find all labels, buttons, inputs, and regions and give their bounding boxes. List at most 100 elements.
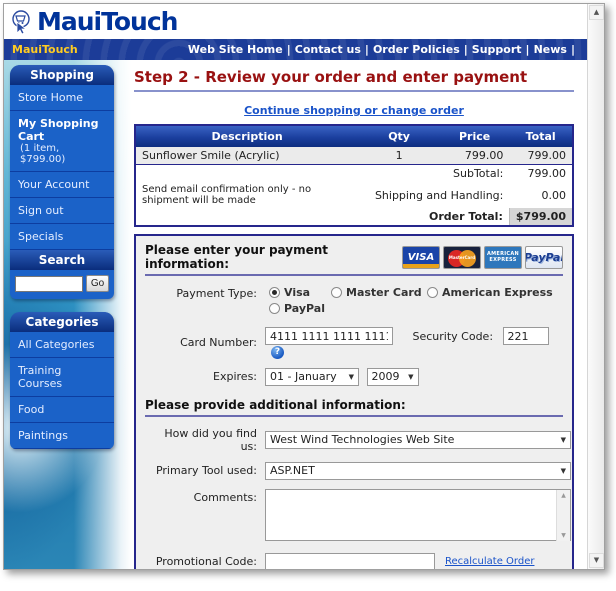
navbar-brand[interactable]: MauiTouch: [12, 43, 78, 56]
sidebar-item-food[interactable]: Food: [10, 397, 114, 423]
col-qty: Qty: [358, 125, 440, 147]
item-price: 799.00: [440, 147, 509, 165]
find-us-row: How did you find us: West Wind Technolog…: [145, 427, 563, 453]
find-us-label: How did you find us:: [145, 427, 257, 453]
mastercard-logo-icon: MasterCard: [443, 246, 481, 269]
item-description: Sunflower Smile (Acrylic): [135, 147, 358, 165]
sidebar-item-training-courses[interactable]: Training Courses: [10, 358, 114, 397]
continue-shopping-link[interactable]: Continue shopping or change order: [244, 104, 464, 117]
security-code-label: Security Code:: [413, 330, 494, 343]
order-item-row: Sunflower Smile (Acrylic) 1 799.00 799.0…: [135, 147, 573, 165]
body-area: Shopping Store Home My Shopping Cart (1 …: [4, 60, 587, 569]
page-title: Step 2 - Review your order and enter pay…: [134, 68, 574, 92]
expires-year-select[interactable]: 2009▼: [367, 368, 419, 386]
order-total-value: $799.00: [509, 208, 573, 226]
cart-detail: (1 item, $799.00): [18, 143, 106, 165]
sidebar-item-your-account[interactable]: Your Account: [10, 172, 114, 198]
sidebar-item-sign-out[interactable]: Sign out: [10, 198, 114, 224]
top-navbar: MauiTouch Web Site Home|Contact us|Order…: [4, 39, 587, 60]
sidebar-item-store-home[interactable]: Store Home: [10, 85, 114, 111]
expires-month-select[interactable]: 01 - January▼: [265, 368, 359, 386]
payment-section-header: Please enter your payment information: V…: [145, 243, 563, 276]
shipping-note: Send email confirmation only - no shipme…: [135, 182, 358, 208]
col-price: Price: [440, 125, 509, 147]
navbar-links: Web Site Home|Contact us|Order Policies|…: [188, 43, 579, 56]
shipping-label: Shipping and Handling:: [358, 182, 509, 208]
shopping-panel-header: Shopping: [10, 65, 114, 85]
payment-panel: Please enter your payment information: V…: [134, 234, 574, 569]
radio-paypal[interactable]: PayPal: [269, 302, 325, 315]
expires-row: Expires: 01 - January▼ 2009▼: [145, 368, 563, 386]
shopping-panel: Shopping Store Home My Shopping Cart (1 …: [10, 65, 114, 299]
additional-info-header: Please provide additional information:: [145, 398, 563, 417]
sidebar-item-shopping-cart[interactable]: My Shopping Cart (1 item, $799.00): [10, 111, 114, 172]
promo-label: Promotional Code:: [145, 555, 257, 568]
chevron-down-icon: ▼: [349, 373, 354, 381]
shipping-row: Send email confirmation only - no shipme…: [135, 182, 573, 208]
promo-row: Promotional Code: Recalculate Order: [145, 553, 563, 570]
primary-tool-label: Primary Tool used:: [145, 464, 257, 477]
item-total: 799.00: [509, 147, 573, 165]
security-code-input[interactable]: [503, 327, 549, 345]
security-code-help-icon[interactable]: ?: [271, 346, 284, 359]
payment-header-label: Please enter your payment information:: [145, 243, 402, 271]
vertical-scrollbar[interactable]: ▲ ▼: [587, 4, 604, 569]
sidebar-item-all-categories[interactable]: All Categories: [10, 332, 114, 358]
subtotal-row: SubTotal: 799.00: [135, 165, 573, 183]
radio-paypal-circle[interactable]: [269, 303, 280, 314]
comments-row: Comments: ▲▼: [145, 489, 563, 544]
nav-link-news[interactable]: News: [534, 43, 567, 56]
page: MauiTouch MauiTouch Web Site Home|Contac…: [4, 4, 587, 569]
order-table: Description Qty Price Total Sunflower Sm…: [134, 124, 574, 227]
col-description: Description: [135, 125, 358, 147]
nav-link-contact[interactable]: Contact us: [295, 43, 361, 56]
sidebar: Shopping Store Home My Shopping Cart (1 …: [10, 65, 114, 449]
item-qty: 1: [358, 147, 440, 165]
nav-link-home[interactable]: Web Site Home: [188, 43, 283, 56]
scrollbar-down-icon[interactable]: ▼: [589, 553, 604, 568]
shipping-value: 0.00: [509, 182, 573, 208]
search-input[interactable]: [15, 276, 83, 292]
payment-type-row: Payment Type: Visa Master Card American …: [145, 286, 563, 318]
card-logos: VISA MasterCard AMERICAN EXPRESS PayPal: [402, 246, 563, 269]
site-logo[interactable]: MauiTouch: [10, 9, 177, 34]
cart-cursor-icon: [10, 10, 34, 34]
nav-link-policies[interactable]: Order Policies: [373, 43, 460, 56]
chevron-down-icon: ▼: [561, 436, 566, 444]
radio-amex-circle[interactable]: [427, 287, 438, 298]
recalculate-order-link[interactable]: Recalculate Order: [445, 556, 534, 567]
sidebar-item-paintings[interactable]: Paintings: [10, 423, 114, 449]
radio-mastercard-circle[interactable]: [331, 287, 342, 298]
card-number-label: Card Number:: [145, 336, 257, 349]
sidebar-item-specials[interactable]: Specials: [10, 224, 114, 250]
amex-logo-icon: AMERICAN EXPRESS: [484, 246, 522, 269]
expires-label: Expires:: [145, 370, 257, 383]
order-table-header-row: Description Qty Price Total: [135, 125, 573, 147]
subtotal-label: SubTotal:: [135, 165, 509, 183]
radio-amex[interactable]: American Express: [427, 286, 553, 299]
order-total-label: Order Total:: [135, 208, 509, 226]
nav-link-support[interactable]: Support: [472, 43, 522, 56]
card-number-input[interactable]: [265, 327, 393, 345]
paypal-logo-icon: PayPal: [525, 246, 563, 269]
categories-panel-header: Categories: [10, 312, 114, 332]
promo-code-input[interactable]: [265, 553, 435, 570]
continue-link-row: Continue shopping or change order: [134, 99, 574, 118]
radio-mastercard[interactable]: Master Card: [331, 286, 427, 299]
search-go-button[interactable]: Go: [86, 275, 109, 292]
chevron-down-icon: ▼: [408, 373, 413, 381]
comments-label: Comments:: [145, 491, 257, 504]
categories-panel: Categories All Categories Training Cours…: [10, 312, 114, 449]
comments-textarea[interactable]: [265, 489, 571, 541]
find-us-select[interactable]: West Wind Technologies Web Site▼: [265, 431, 571, 449]
subtotal-value: 799.00: [509, 165, 573, 183]
site-header: MauiTouch: [4, 4, 587, 39]
browser-window: MauiTouch MauiTouch Web Site Home|Contac…: [3, 3, 605, 570]
radio-visa[interactable]: Visa: [269, 286, 331, 299]
card-number-row: Card Number: Security Code: ?: [145, 327, 563, 359]
primary-tool-select[interactable]: ASP.NET▼: [265, 462, 571, 480]
scrollbar-up-icon[interactable]: ▲: [589, 5, 604, 20]
radio-visa-circle[interactable]: [269, 287, 280, 298]
search-row: Go: [10, 270, 114, 299]
payment-type-label: Payment Type:: [145, 287, 257, 300]
